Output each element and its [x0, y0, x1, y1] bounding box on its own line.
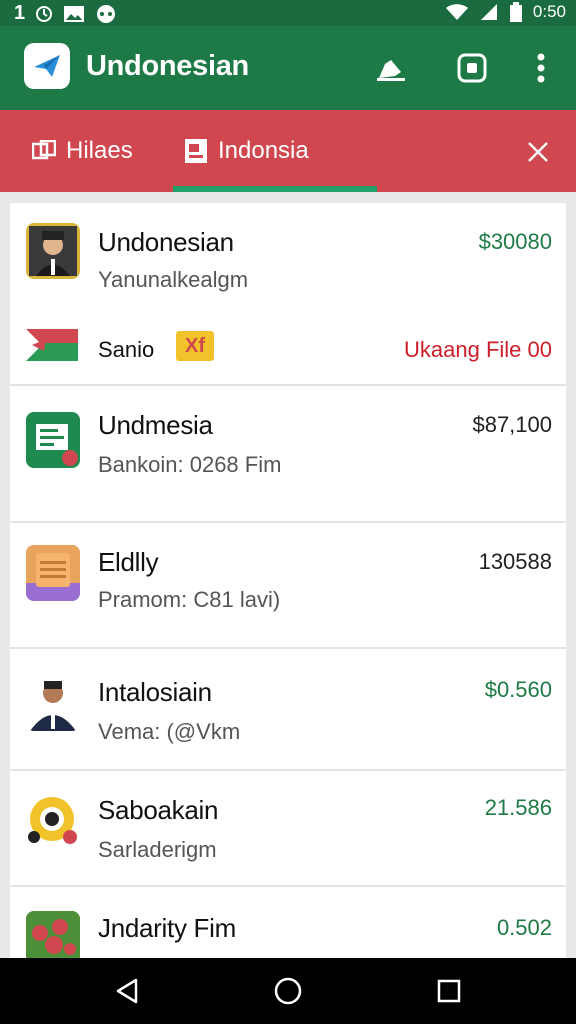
- tab-indonsia[interactable]: Indonsia: [184, 110, 309, 192]
- item-warning: Ukaang File 00: [404, 337, 552, 362]
- edit-button[interactable]: [371, 48, 411, 88]
- item-amount: $87,100: [472, 412, 552, 437]
- item-title: Intalosiain: [98, 677, 212, 707]
- tab-label: Indonsia: [218, 137, 309, 164]
- list-item[interactable]: Undonesian Yanunalkealgm $30080 Sanio Xf…: [10, 203, 566, 386]
- item-subtitle: Pramom: C81 lavi): [98, 587, 281, 612]
- item-title: Eldlly: [98, 547, 159, 577]
- sheet-icon: [26, 412, 80, 468]
- item-amount: 130588: [478, 549, 552, 574]
- home-button[interactable]: [271, 974, 305, 1008]
- screenshot-button[interactable]: [452, 48, 492, 88]
- list-item[interactable]: Jndarity Fim 0.502: [10, 887, 566, 958]
- images-icon: [32, 140, 56, 162]
- item-amount: 21.586: [484, 795, 552, 820]
- more-vert-icon: [537, 53, 545, 83]
- edit-icon: [377, 60, 405, 81]
- avatar: [26, 223, 80, 279]
- item-amount: 0.502: [496, 915, 552, 940]
- item-title: Undmesia: [98, 410, 213, 440]
- navigation-bar: [0, 958, 576, 1024]
- item-title: Jndarity Fim: [98, 913, 236, 943]
- transaction-list: Undonesian Yanunalkealgm $30080 Sanio Xf…: [10, 203, 566, 958]
- tab-indicator: [173, 186, 377, 192]
- berries-icon: [26, 911, 80, 958]
- list-item[interactable]: Undmesia Bankoin: 0268 Fim $87,100: [10, 386, 566, 523]
- camera-icon: [26, 793, 80, 849]
- item-subtitle: Sarladerigm: [98, 837, 217, 862]
- item-subtitle: Vema: (@Vkm: [98, 719, 241, 744]
- chat-icon: [97, 4, 116, 23]
- document-icon: [184, 138, 208, 164]
- item-amount: $30080: [478, 229, 552, 254]
- avatar: [26, 675, 80, 731]
- item-title: Saboakain: [98, 795, 219, 825]
- notes-icon: [26, 545, 80, 601]
- item-amount: $0.560: [484, 677, 552, 702]
- send-icon: [34, 55, 60, 77]
- item-badge: Xf: [176, 331, 214, 361]
- battery-icon: [509, 2, 522, 22]
- signal-icon: [480, 4, 497, 20]
- app-title: Undonesian: [86, 50, 249, 82]
- recents-button[interactable]: [432, 974, 466, 1008]
- clock-icon: [36, 5, 53, 22]
- close-button[interactable]: [522, 136, 554, 168]
- wifi-icon: [445, 4, 468, 20]
- list-item[interactable]: Saboakain Sarladerigm 21.586: [10, 771, 566, 887]
- photo-icon: [64, 5, 85, 22]
- tab-hilaes[interactable]: Hilaes: [32, 110, 133, 192]
- more-options-button[interactable]: [521, 48, 561, 88]
- item-title: Undonesian: [98, 227, 234, 257]
- tab-label: Hilaes: [66, 137, 133, 164]
- recents-icon: [437, 979, 461, 1003]
- screenshot-icon: [457, 53, 487, 83]
- back-button[interactable]: [110, 974, 144, 1008]
- item-extra-label: Sanio: [98, 337, 155, 362]
- app-bar: Undonesian: [0, 26, 576, 110]
- home-icon: [274, 977, 302, 1005]
- close-icon: [528, 142, 548, 162]
- back-icon: [116, 978, 138, 1004]
- tab-bar: Hilaes Indonsia: [0, 110, 576, 192]
- status-left-text: 1: [14, 2, 26, 24]
- status-time: 0:50: [532, 2, 566, 21]
- item-subtitle: Yanunalkealgm: [98, 267, 249, 292]
- status-bar: 1 0:50: [0, 0, 576, 26]
- item-subtitle: Bankoin: 0268 Fim: [98, 452, 282, 477]
- list-item[interactable]: Intalosiain Vema: (@Vkm $0.560: [10, 649, 566, 771]
- app-logo: [24, 43, 70, 89]
- list-item[interactable]: Eldlly Pramom: C81 lavi) 130588: [10, 523, 566, 649]
- flag-icon: [26, 329, 78, 361]
